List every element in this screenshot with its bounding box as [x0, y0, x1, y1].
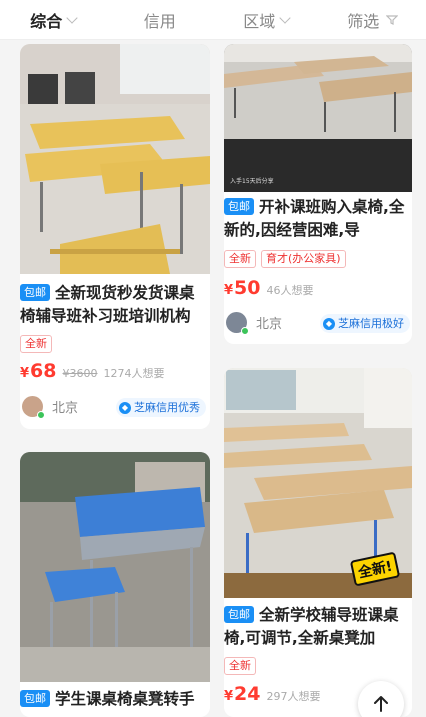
avatar [226, 312, 249, 335]
price: ¥68 [20, 360, 57, 382]
credit-badge: ◆ 芝麻信用极好 [320, 314, 410, 333]
product-image [20, 44, 210, 274]
seller-city: 北京 [256, 317, 283, 332]
tag-list: 全新 [224, 657, 256, 675]
price-row: ¥50 46人想要 [224, 277, 314, 299]
tag-list: 全新 育才(办公家具) [224, 250, 346, 268]
product-image [20, 452, 210, 682]
condition-tag: 全新 [224, 657, 256, 675]
product-title[interactable]: 包邮 学生课桌椅桌凳转手 [20, 688, 204, 711]
filter-tab-label: 综合 [30, 11, 63, 31]
want-count: 1274人想要 [103, 367, 165, 380]
chevron-down-icon [66, 11, 78, 24]
seller-row[interactable]: 北京 [226, 312, 283, 335]
chevron-down-icon [279, 11, 291, 24]
product-title[interactable]: 包邮 全新学校辅导班课桌椅,可调节,全新桌凳加 [224, 604, 406, 650]
product-title-text: 学生课桌椅桌凳转手 [55, 690, 195, 708]
product-card[interactable]: 包邮 学生课桌椅桌凳转手 [20, 452, 210, 717]
product-title[interactable]: 包邮 全新现货秒发货课桌椅辅导班补习班培训机构 [20, 282, 204, 328]
filter-bar: 综合 信用 区域 筛选 [0, 0, 426, 40]
sesame-credit-icon: ◆ [119, 401, 131, 414]
arrow-up-icon [374, 696, 388, 712]
credit-label: 芝麻信用极好 [338, 317, 404, 330]
free-shipping-badge: 包邮 [20, 690, 50, 707]
product-title[interactable]: 包邮 开补课班购入桌椅,全新的,因经营困难,导 [224, 196, 406, 242]
category-tag: 育才(办公家具) [261, 250, 346, 268]
original-price: ¥3600 [62, 367, 98, 380]
filter-tab-filter[interactable]: 筛选 [320, 0, 426, 39]
condition-tag: 全新 [224, 250, 256, 268]
filter-tab-label: 区域 [243, 11, 276, 31]
funnel-icon [386, 14, 399, 25]
filter-tab-credit[interactable]: 信用 [107, 0, 214, 39]
price-row: ¥68 ¥3600 1274人想要 [20, 360, 165, 382]
filter-tab-label: 信用 [143, 11, 176, 31]
filter-tab-label: 筛选 [347, 11, 380, 31]
product-card[interactable]: 全新! 包邮 全新学校辅导班课桌椅,可调节,全新桌凳加 全新 ¥24 297人想要 [224, 368, 412, 717]
price-row: ¥24 297人想要 [224, 683, 321, 705]
want-count: 297人想要 [266, 690, 321, 703]
filter-tab-comprehensive[interactable]: 综合 [0, 0, 107, 39]
product-card[interactable]: 入手15天后分享 包邮 开补课班购入桌椅,全新的,因经营困难,导 全新 育才(办公… [224, 44, 412, 344]
credit-label: 芝麻信用优秀 [134, 401, 200, 414]
seller-row[interactable]: 北京 [22, 396, 79, 419]
tag-list: 全新 [20, 335, 52, 353]
product-image: 全新! [224, 368, 412, 598]
avatar [22, 396, 45, 419]
condition-tag: 全新 [20, 335, 52, 353]
free-shipping-badge: 包邮 [224, 606, 254, 623]
free-shipping-badge: 包邮 [20, 284, 50, 301]
price: ¥50 [224, 277, 261, 299]
want-count: 46人想要 [266, 284, 314, 297]
seller-city: 北京 [52, 401, 79, 416]
product-card[interactable]: 包邮 全新现货秒发货课桌椅辅导班补习班培训机构 全新 ¥68 ¥3600 1274… [20, 44, 210, 429]
sesame-credit-icon: ◆ [323, 317, 335, 330]
filter-tab-region[interactable]: 区域 [213, 0, 320, 39]
price: ¥24 [224, 683, 261, 705]
free-shipping-badge: 包邮 [224, 198, 254, 215]
image-caption: 入手15天后分享 [230, 178, 274, 185]
product-image: 入手15天后分享 [224, 44, 412, 192]
credit-badge: ◆ 芝麻信用优秀 [116, 398, 206, 417]
